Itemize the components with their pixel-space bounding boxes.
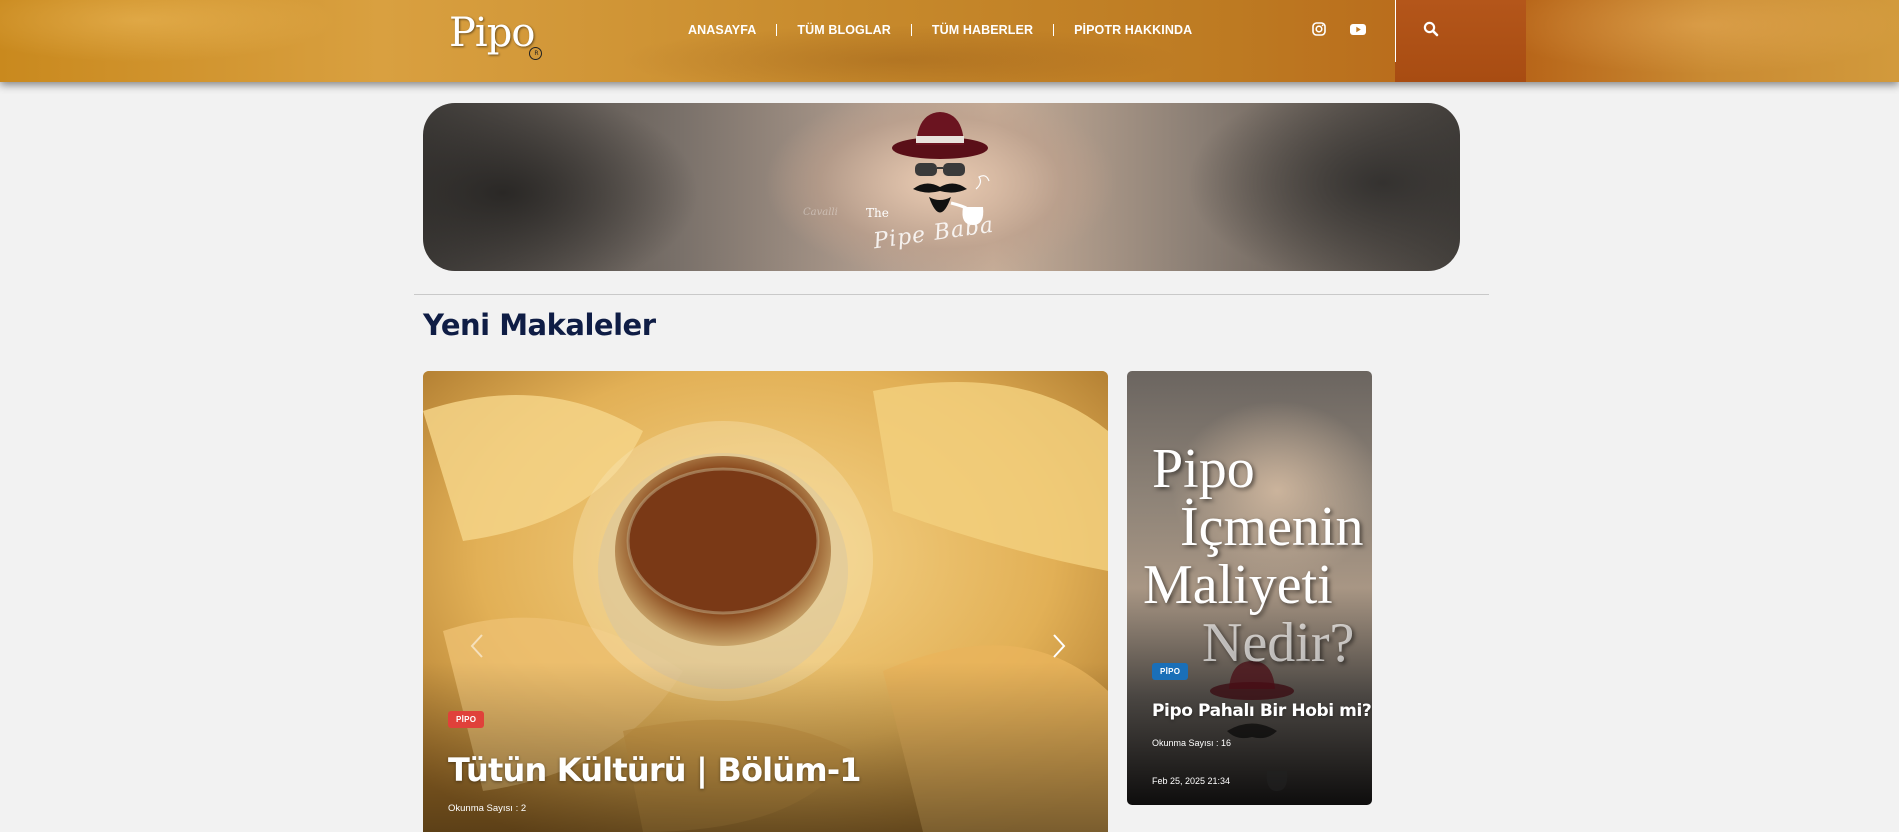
search-panel xyxy=(1395,0,1526,82)
nav-item-all-blogs[interactable]: TÜM BLOGLAR xyxy=(777,23,910,37)
side-article-card[interactable]: Pipo İçmenin Maliyeti Nedir? PİPO Pipo P… xyxy=(1127,371,1372,805)
pipe-man-illustration xyxy=(892,112,990,225)
banner-faint-text: Cavalli xyxy=(803,207,838,218)
logo-text: Pipo xyxy=(449,10,535,56)
hero-banner[interactable]: Cavalli The Pipe Baba xyxy=(423,103,1460,271)
nav-item-all-news[interactable]: TÜM HABERLER xyxy=(912,23,1053,37)
main-nav: ANASAYFA TÜM BLOGLAR TÜM HABERLER PİPOTR… xyxy=(688,20,1212,40)
section-title: Yeni Makaleler xyxy=(423,308,656,342)
search-icon[interactable] xyxy=(1422,20,1440,38)
nav-item-home[interactable]: ANASAYFA xyxy=(688,23,776,37)
nav-item-about[interactable]: PİPOTR HAKKINDA xyxy=(1054,23,1212,37)
category-badge[interactable]: PİPO xyxy=(1152,663,1189,680)
social-links xyxy=(1311,21,1367,37)
youtube-icon[interactable] xyxy=(1349,21,1367,37)
article-title[interactable]: Pipo Pahalı Bir Hobi mi? xyxy=(1152,701,1372,721)
view-count: Okunma Sayısı : 16 xyxy=(1152,738,1232,748)
overlay-word-3: Maliyeti xyxy=(1143,554,1333,616)
section-divider xyxy=(414,294,1489,295)
featured-article-card[interactable]: PİPO Tütün Kültürü | Bölüm-1 Okunma Sayı… xyxy=(423,371,1108,832)
category-badge[interactable]: PİPO xyxy=(448,711,485,728)
instagram-icon[interactable] xyxy=(1311,21,1329,37)
header-bar xyxy=(0,0,1899,82)
header-divider xyxy=(1395,0,1396,62)
article-title[interactable]: Tütün Kültürü | Bölüm-1 xyxy=(448,751,862,789)
overlay-word-2: İçmenin xyxy=(1180,496,1364,558)
slider-next-icon[interactable] xyxy=(1048,631,1068,661)
site-logo[interactable]: Pipo R xyxy=(449,10,543,60)
banner-the-text: The xyxy=(866,206,889,220)
overlay-word-4: Nedir? xyxy=(1202,612,1355,674)
view-count: Okunma Sayısı : 2 xyxy=(448,803,527,814)
slider-prev-icon[interactable] xyxy=(468,631,488,661)
overlay-word-1: Pipo xyxy=(1152,438,1255,500)
publish-date: Feb 25, 2025 21:34 xyxy=(1152,776,1231,786)
